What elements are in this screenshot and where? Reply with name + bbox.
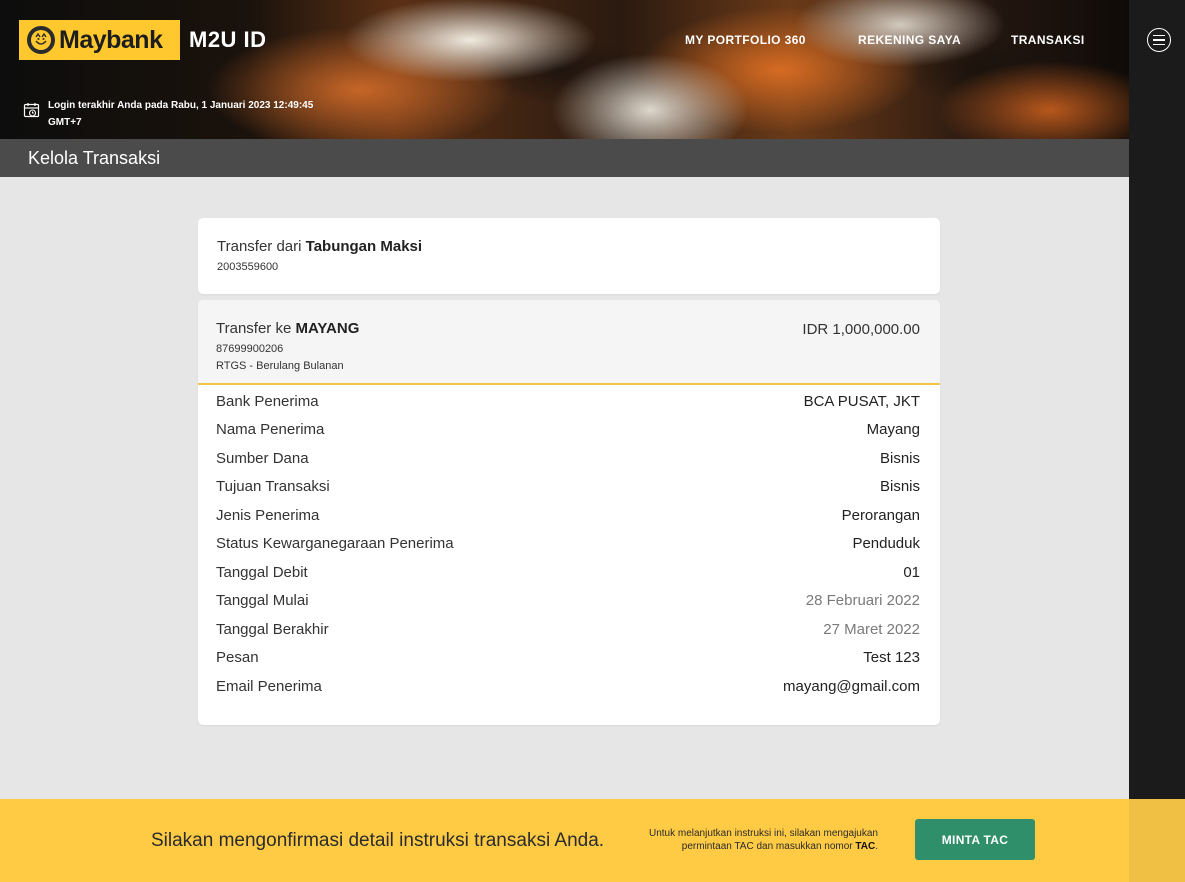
detail-value: 28 Februari 2022 xyxy=(805,592,920,610)
detail-value: mayang@gmail.com xyxy=(783,677,920,695)
source-account-number: 2003559600 xyxy=(217,261,279,273)
detail-label: Nama Penerima xyxy=(216,421,325,439)
detail-value: Penduduk xyxy=(852,535,920,553)
transfer-from-prefix: Transfer dari xyxy=(217,238,306,255)
tac-note-line1: Untuk melanjutkan instruksi ini, silakan… xyxy=(648,828,878,839)
last-login-timezone: GMT+7 xyxy=(48,117,82,128)
transfer-details: Bank Penerima BCA PUSAT, JKT Nama Peneri… xyxy=(198,385,940,701)
detail-row-status-kewarganegaraan: Status Kewarganegaraan Penerima Penduduk xyxy=(216,530,920,559)
detail-row-sumber-dana: Sumber Dana Bisnis xyxy=(216,444,920,473)
page-title-bar: Kelola Transaksi xyxy=(0,139,1129,177)
detail-value: Test 123 xyxy=(863,649,920,667)
detail-value: Bisnis xyxy=(879,478,920,496)
nav-transaksi[interactable]: TRANSAKSI xyxy=(1011,33,1085,47)
detail-label: Status Kewarganegaraan Penerima xyxy=(216,535,454,553)
detail-row-tujuan-transaksi: Tujuan Transaksi Bisnis xyxy=(216,473,920,502)
hamburger-menu-icon[interactable] xyxy=(1147,28,1171,52)
tac-note-suffix: . xyxy=(875,841,878,852)
detail-row-pesan: Pesan Test 123 xyxy=(216,644,920,673)
detail-row-tanggal-berakhir: Tanggal Berakhir 27 Maret 2022 xyxy=(216,615,920,644)
transfer-to-card: Transfer ke MAYANG 87699900206 RTGS - Be… xyxy=(198,300,940,725)
detail-value: Bisnis xyxy=(879,449,920,467)
right-rail xyxy=(1129,0,1185,799)
last-login-text: Login terakhir Anda pada Rabu, 1 Januari… xyxy=(48,100,314,111)
request-tac-button[interactable]: MINTA TAC xyxy=(915,819,1035,860)
detail-value: 01 xyxy=(903,563,920,581)
detail-row-tanggal-mulai: Tanggal Mulai 28 Februari 2022 xyxy=(216,587,920,616)
detail-label: Sumber Dana xyxy=(216,449,309,467)
source-account-name: Tabungan Maksi xyxy=(305,238,423,255)
maybank-logo[interactable]: Maybank xyxy=(19,20,180,60)
detail-label: Tanggal Mulai xyxy=(216,592,309,610)
detail-value: Mayang xyxy=(866,421,920,439)
detail-value: 27 Maret 2022 xyxy=(823,620,920,638)
nav-rekening-saya[interactable]: REKENING SAYA xyxy=(858,33,961,47)
transfer-to-header: Transfer ke MAYANG 87699900206 RTGS - Be… xyxy=(198,300,940,385)
detail-row-jenis-penerima: Jenis Penerima Perorangan xyxy=(216,501,920,530)
recipient-name: MAYANG xyxy=(295,320,360,337)
app-name: M2U ID xyxy=(189,27,267,52)
detail-row-email-penerima: Email Penerima mayang@gmail.com xyxy=(216,672,920,701)
header-banner: Maybank M2U ID MY PORTFOLIO 360 REKENING… xyxy=(0,0,1129,139)
tac-instruction-note: Untuk melanjutkan instruksi ini, silakan… xyxy=(600,827,878,853)
detail-row-nama-penerima: Nama Penerima Mayang xyxy=(216,416,920,445)
last-login-info: Login terakhir Anda pada Rabu, 1 Januari… xyxy=(23,97,348,131)
detail-label: Tujuan Transaksi xyxy=(216,478,330,496)
detail-label: Tanggal Berakhir xyxy=(216,620,329,638)
logo-wordmark: Maybank xyxy=(59,25,163,54)
confirmation-footer: Silakan mengonfirmasi detail instruksi t… xyxy=(0,799,1185,882)
page-title: Kelola Transaksi xyxy=(28,148,161,168)
transfer-amount: IDR 1,000,000.00 xyxy=(802,321,920,338)
detail-label: Bank Penerima xyxy=(216,392,319,410)
tac-note-bold: TAC xyxy=(855,841,876,852)
detail-row-bank-penerima: Bank Penerima BCA PUSAT, JKT xyxy=(216,387,920,416)
nav-my-portfolio-360[interactable]: MY PORTFOLIO 360 xyxy=(685,33,806,47)
detail-label: Pesan xyxy=(216,649,259,667)
recipient-account-number: 87699900206 xyxy=(216,343,284,355)
tiger-head-icon xyxy=(27,26,55,54)
transfer-to-prefix: Transfer ke xyxy=(216,320,296,337)
calendar-clock-icon xyxy=(23,102,41,120)
detail-value: BCA PUSAT, JKT xyxy=(803,392,920,410)
transfer-type: RTGS - Berulang Bulanan xyxy=(216,360,344,372)
detail-label: Email Penerima xyxy=(216,677,322,695)
detail-row-tanggal-debit: Tanggal Debit 01 xyxy=(216,558,920,587)
detail-value: Perorangan xyxy=(841,506,920,524)
transfer-from-card: Transfer dari Tabungan Maksi 2003559600 xyxy=(198,218,940,294)
tac-note-line2: permintaan TAC dan masukkan nomor xyxy=(681,841,856,852)
detail-label: Tanggal Debit xyxy=(216,563,308,581)
confirmation-message: Silakan mengonfirmasi detail instruksi t… xyxy=(151,830,605,851)
detail-label: Jenis Penerima xyxy=(216,506,320,524)
